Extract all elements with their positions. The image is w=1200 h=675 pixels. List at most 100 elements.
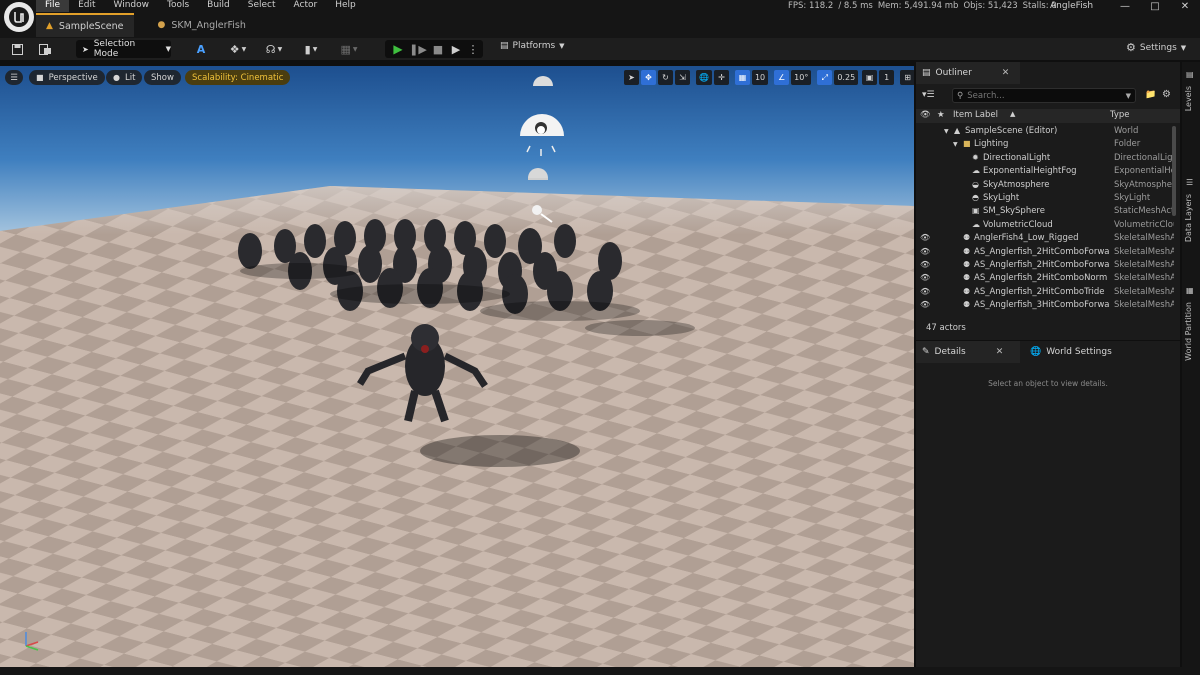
unreal-logo-icon[interactable] — [4, 2, 34, 32]
perspective-label: Perspective — [48, 72, 98, 83]
expand-arrow-icon[interactable]: ▼ — [944, 128, 949, 135]
add-folder-icon[interactable]: 📁 — [1145, 90, 1156, 100]
maximize-icon[interactable]: □ — [1140, 0, 1170, 12]
skeletal-icon: ⚉ — [963, 233, 971, 243]
play-icon[interactable]: ▶ — [390, 41, 406, 57]
platforms-dropdown[interactable]: ▤ Platforms ▼ — [500, 41, 565, 51]
scalability-warning[interactable]: Scalability: Cinematic — [185, 70, 291, 85]
step-icon[interactable]: ❚▶ — [409, 41, 427, 57]
chevron-down-icon: ▼ — [1125, 91, 1131, 100]
world-local-icon[interactable]: 🌐 — [696, 70, 712, 85]
eject-icon[interactable]: ▶ — [448, 41, 464, 57]
outliner-row[interactable]: ✹ DirectionalLight DirectionalLigh — [916, 152, 1174, 165]
outliner-row[interactable]: 👁 ⚉ AS_Anglerfish_3HitComboForwa SkeletalMe… — [916, 299, 1174, 312]
menu-help[interactable]: Help — [326, 0, 365, 12]
menu-window[interactable]: Window — [105, 0, 159, 12]
outliner-column-header: 👁 ★ Item Label ▲ Type — [916, 109, 1180, 123]
surface-snap-icon[interactable]: ✛ — [713, 70, 729, 85]
expand-arrow-icon[interactable]: ▼ — [953, 141, 958, 148]
lit-button[interactable]: ● Lit — [106, 70, 143, 85]
menu-file[interactable]: File — [36, 0, 70, 12]
outliner-item-label: VolumetricCloud — [983, 219, 1053, 230]
menu-build[interactable]: Build — [198, 0, 239, 12]
add-actor-icon[interactable]: ❖ ▼ — [225, 41, 251, 57]
content-browser-icon[interactable] — [37, 41, 53, 57]
outliner-row[interactable]: ▼ ■ Lighting Folder — [916, 138, 1174, 151]
outliner-scrollbar[interactable] — [1172, 126, 1176, 216]
camera-speed-icon[interactable]: ▣ — [862, 70, 878, 85]
outliner-item-type: SkyAtmospher — [1114, 179, 1174, 190]
outliner-row[interactable]: 👁 ⚉ AS_Anglerfish_2HitComboForwa SkeletalMe… — [916, 259, 1174, 272]
minimize-icon[interactable]: — — [1110, 0, 1140, 12]
selection-mode-dropdown[interactable]: ➤ Selection Mode ▼ — [76, 39, 171, 59]
settings-dropdown[interactable]: ⚙ Settings ▼ — [1126, 41, 1186, 54]
visibility-icon[interactable]: 👁 — [920, 300, 930, 309]
menu-select[interactable]: Select — [239, 0, 285, 12]
scale-snap-icon[interactable]: ⤢ — [817, 70, 833, 85]
tab-details[interactable]: ✎ Details ✕ — [916, 341, 1020, 363]
grid-snap-icon[interactable]: ▦ — [734, 70, 750, 85]
stop-icon[interactable]: ■ — [430, 41, 446, 57]
visibility-column-icon[interactable]: 👁 — [920, 110, 931, 120]
more-options-icon[interactable]: ⋮ — [468, 41, 479, 57]
visibility-icon[interactable]: 👁 — [920, 287, 930, 296]
translate-icon[interactable]: ✥ — [641, 70, 656, 85]
outliner-settings-icon[interactable]: ⚙ — [1162, 89, 1171, 100]
side-tab-bar: ▤ Levels ☰ Data Layers ▦ World Partition — [1182, 62, 1200, 667]
outliner-row[interactable]: 👁 ⚉ AS_Anglerfish_2HitComboForwa SkeletalMe… — [916, 246, 1174, 259]
menu-actor[interactable]: Actor — [285, 0, 327, 12]
close-window-icon[interactable]: ✕ — [1170, 0, 1200, 12]
rotation-snap-value[interactable]: 10° — [791, 70, 812, 85]
outliner-row[interactable]: ◓ SkyLight SkyLight — [916, 192, 1174, 205]
show-button[interactable]: Show — [144, 70, 181, 85]
outliner-row[interactable]: ◒ SkyAtmosphere SkyAtmospher — [916, 179, 1174, 192]
outliner-row[interactable]: 👁 ⚉ AS_Anglerfish_2HitComboTride SkeletalMe… — [916, 286, 1174, 299]
scale-icon[interactable]: ⇲ — [675, 70, 690, 85]
build-icon[interactable]: ▦ ▼ — [336, 41, 362, 57]
outliner-row[interactable]: ▼ ▲ SampleScene (Editor) World — [916, 125, 1174, 138]
tab-world-settings[interactable]: 🌐 World Settings — [1024, 341, 1174, 363]
level-icon: ▲ — [46, 21, 53, 31]
outliner-row[interactable]: 👁 ⚉ AS_Anglerfish_2HitComboNorm SkeletalMes… — [916, 272, 1174, 285]
camera-speed-value[interactable]: 1 — [879, 70, 895, 85]
outliner-item-type: DirectionalLigh — [1114, 152, 1174, 163]
visibility-icon[interactable]: 👁 — [920, 247, 930, 256]
outliner-row[interactable]: 👁 ⚉ AnglerFish4_Low_Rigged SkeletalMeshA — [916, 232, 1174, 245]
visibility-icon[interactable]: 👁 — [920, 233, 930, 242]
save-icon[interactable] — [9, 41, 25, 57]
visibility-icon[interactable]: 👁 — [920, 273, 930, 282]
close-icon[interactable]: ✕ — [1002, 68, 1010, 78]
close-icon[interactable]: ✕ — [996, 347, 1004, 357]
viewport-scene[interactable] — [0, 66, 914, 667]
viewport-menu-button[interactable]: ☰ — [5, 70, 23, 85]
rotation-snap-icon[interactable]: ∠ — [774, 70, 790, 85]
perspective-button[interactable]: ■ Perspective — [29, 70, 105, 85]
modeling-mode-icon[interactable]: A — [193, 41, 209, 57]
blueprint-icon[interactable]: ☊ ▼ — [261, 41, 287, 57]
maximize-viewport-icon[interactable]: ⊞ — [900, 70, 914, 85]
grid-snap-value[interactable]: 10 — [751, 70, 769, 85]
cinematics-icon[interactable]: ▮ ▼ — [298, 41, 324, 57]
scale-snap-value[interactable]: 0.25 — [834, 70, 859, 85]
tab-samplescene[interactable]: ▲ SampleScene — [36, 13, 134, 37]
outliner-search-input[interactable]: ⚲ Search... ▼ — [952, 88, 1136, 103]
menu-tools[interactable]: Tools — [158, 0, 198, 12]
level-viewport[interactable]: ☰ ■ Perspective ● Lit Show Scalability: … — [0, 66, 914, 667]
side-tab-world-partition[interactable]: World Partition — [1184, 302, 1193, 361]
visibility-icon[interactable]: 👁 — [920, 260, 930, 269]
menu-edit[interactable]: Edit — [69, 0, 104, 12]
item-label-column[interactable]: Item Label — [953, 110, 998, 120]
rotate-icon[interactable]: ↻ — [658, 70, 673, 85]
tab-skm-anglerfish[interactable]: ● SKM_AnglerFish — [148, 13, 256, 37]
side-tab-data-layers[interactable]: Data Layers — [1184, 194, 1193, 242]
type-column[interactable]: Type — [1110, 110, 1130, 120]
outliner-row[interactable]: ▣ SM_SkySphere StaticMeshActo — [916, 205, 1174, 218]
outliner-row[interactable]: ☁ VolumetricCloud VolumetricClou — [916, 219, 1174, 232]
select-mode-icon[interactable]: ➤ — [624, 70, 639, 85]
filter-icon[interactable]: ▾☰ — [922, 90, 935, 100]
pin-column-icon[interactable]: ★ — [937, 110, 945, 120]
side-tab-levels[interactable]: Levels — [1184, 86, 1193, 111]
selection-mode-label: Selection Mode — [93, 39, 136, 59]
outliner-row[interactable]: ☁ ExponentialHeightFog ExponentialHei — [916, 165, 1174, 178]
tab-outliner[interactable]: ▤ Outliner ✕ — [916, 62, 1020, 84]
